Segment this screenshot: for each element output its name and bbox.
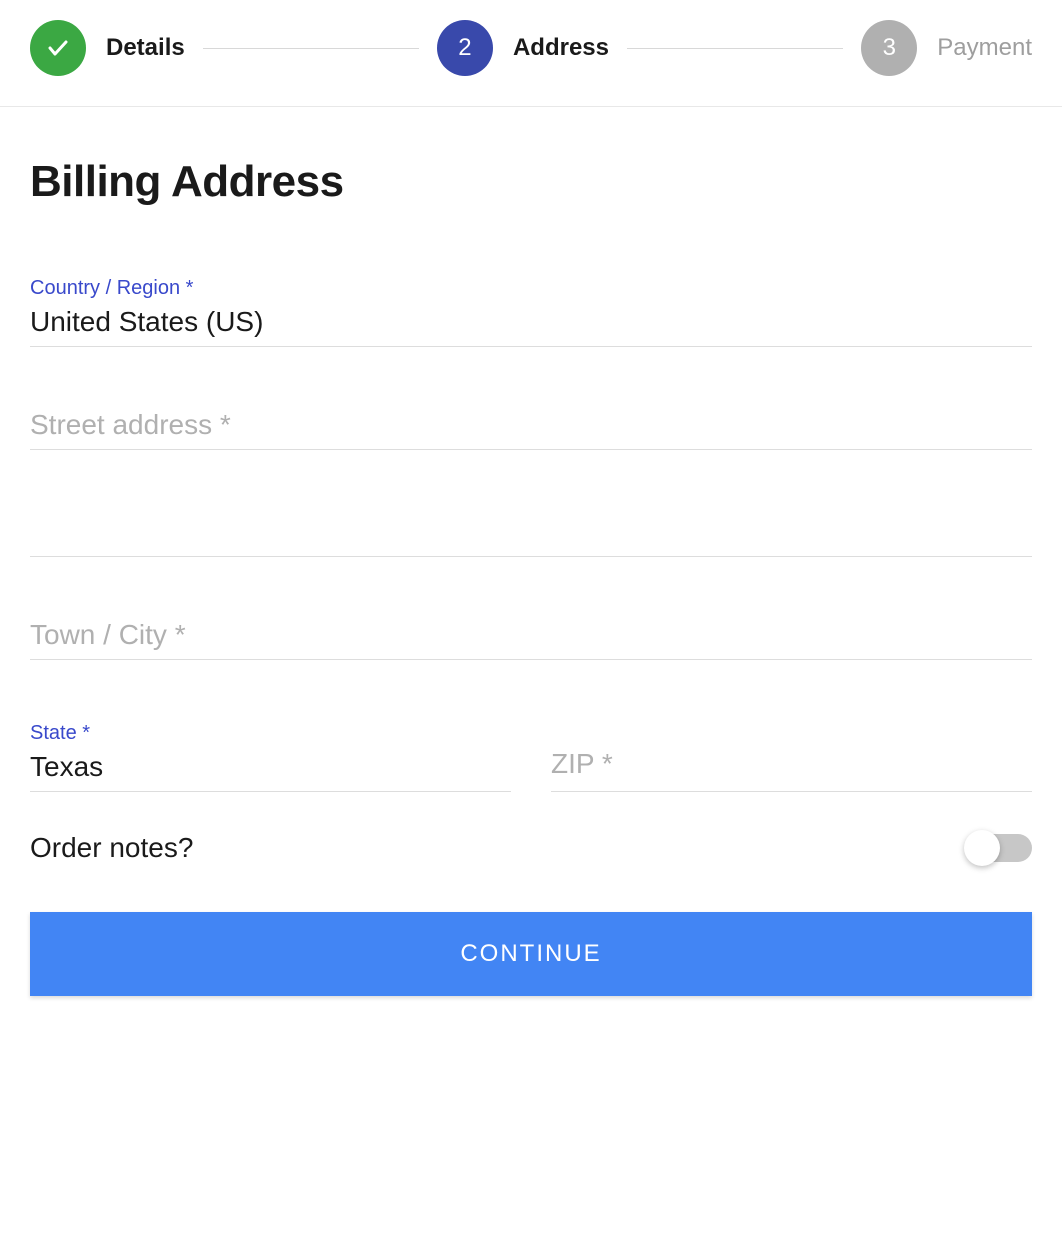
step-payment-number: 3	[883, 34, 896, 62]
country-field[interactable]: Country / Region * United States (US)	[30, 277, 1032, 347]
step-payment[interactable]: 3 Payment	[861, 20, 1032, 76]
order-notes-toggle[interactable]	[966, 834, 1032, 862]
step-payment-label: Payment	[937, 34, 1032, 62]
step-details-label: Details	[106, 34, 185, 62]
street2-field[interactable]	[30, 512, 1032, 557]
step-connector	[627, 48, 843, 49]
zip-input[interactable]	[551, 748, 1032, 780]
toggle-thumb	[964, 830, 1000, 866]
city-field[interactable]	[30, 619, 1032, 660]
street2-input[interactable]	[30, 512, 1032, 548]
step-address[interactable]: 2 Address	[437, 20, 609, 76]
checkmark-icon	[46, 36, 70, 60]
street-field[interactable]	[30, 409, 1032, 450]
zip-field[interactable]	[551, 722, 1032, 792]
state-zip-row: State * Texas	[30, 722, 1032, 792]
step-details[interactable]: Details	[30, 20, 185, 76]
order-notes-row: Order notes?	[30, 832, 1032, 864]
order-notes-label: Order notes?	[30, 832, 193, 864]
street-input[interactable]	[30, 409, 1032, 441]
step-address-circle: 2	[437, 20, 493, 76]
country-value: United States (US)	[30, 306, 1032, 338]
checkout-stepper: Details 2 Address 3 Payment	[0, 0, 1062, 107]
state-label: State *	[30, 722, 511, 745]
step-details-circle	[30, 20, 86, 76]
city-input[interactable]	[30, 619, 1032, 651]
page-title: Billing Address	[30, 157, 1032, 207]
state-value: Texas	[30, 751, 511, 783]
step-address-label: Address	[513, 34, 609, 62]
country-label: Country / Region *	[30, 277, 1032, 300]
step-payment-circle: 3	[861, 20, 917, 76]
continue-button[interactable]: CONTINUE	[30, 912, 1032, 996]
step-address-number: 2	[458, 34, 471, 62]
step-connector	[203, 48, 419, 49]
form-content: Billing Address Country / Region * Unite…	[0, 107, 1062, 1026]
state-field[interactable]: State * Texas	[30, 722, 511, 792]
